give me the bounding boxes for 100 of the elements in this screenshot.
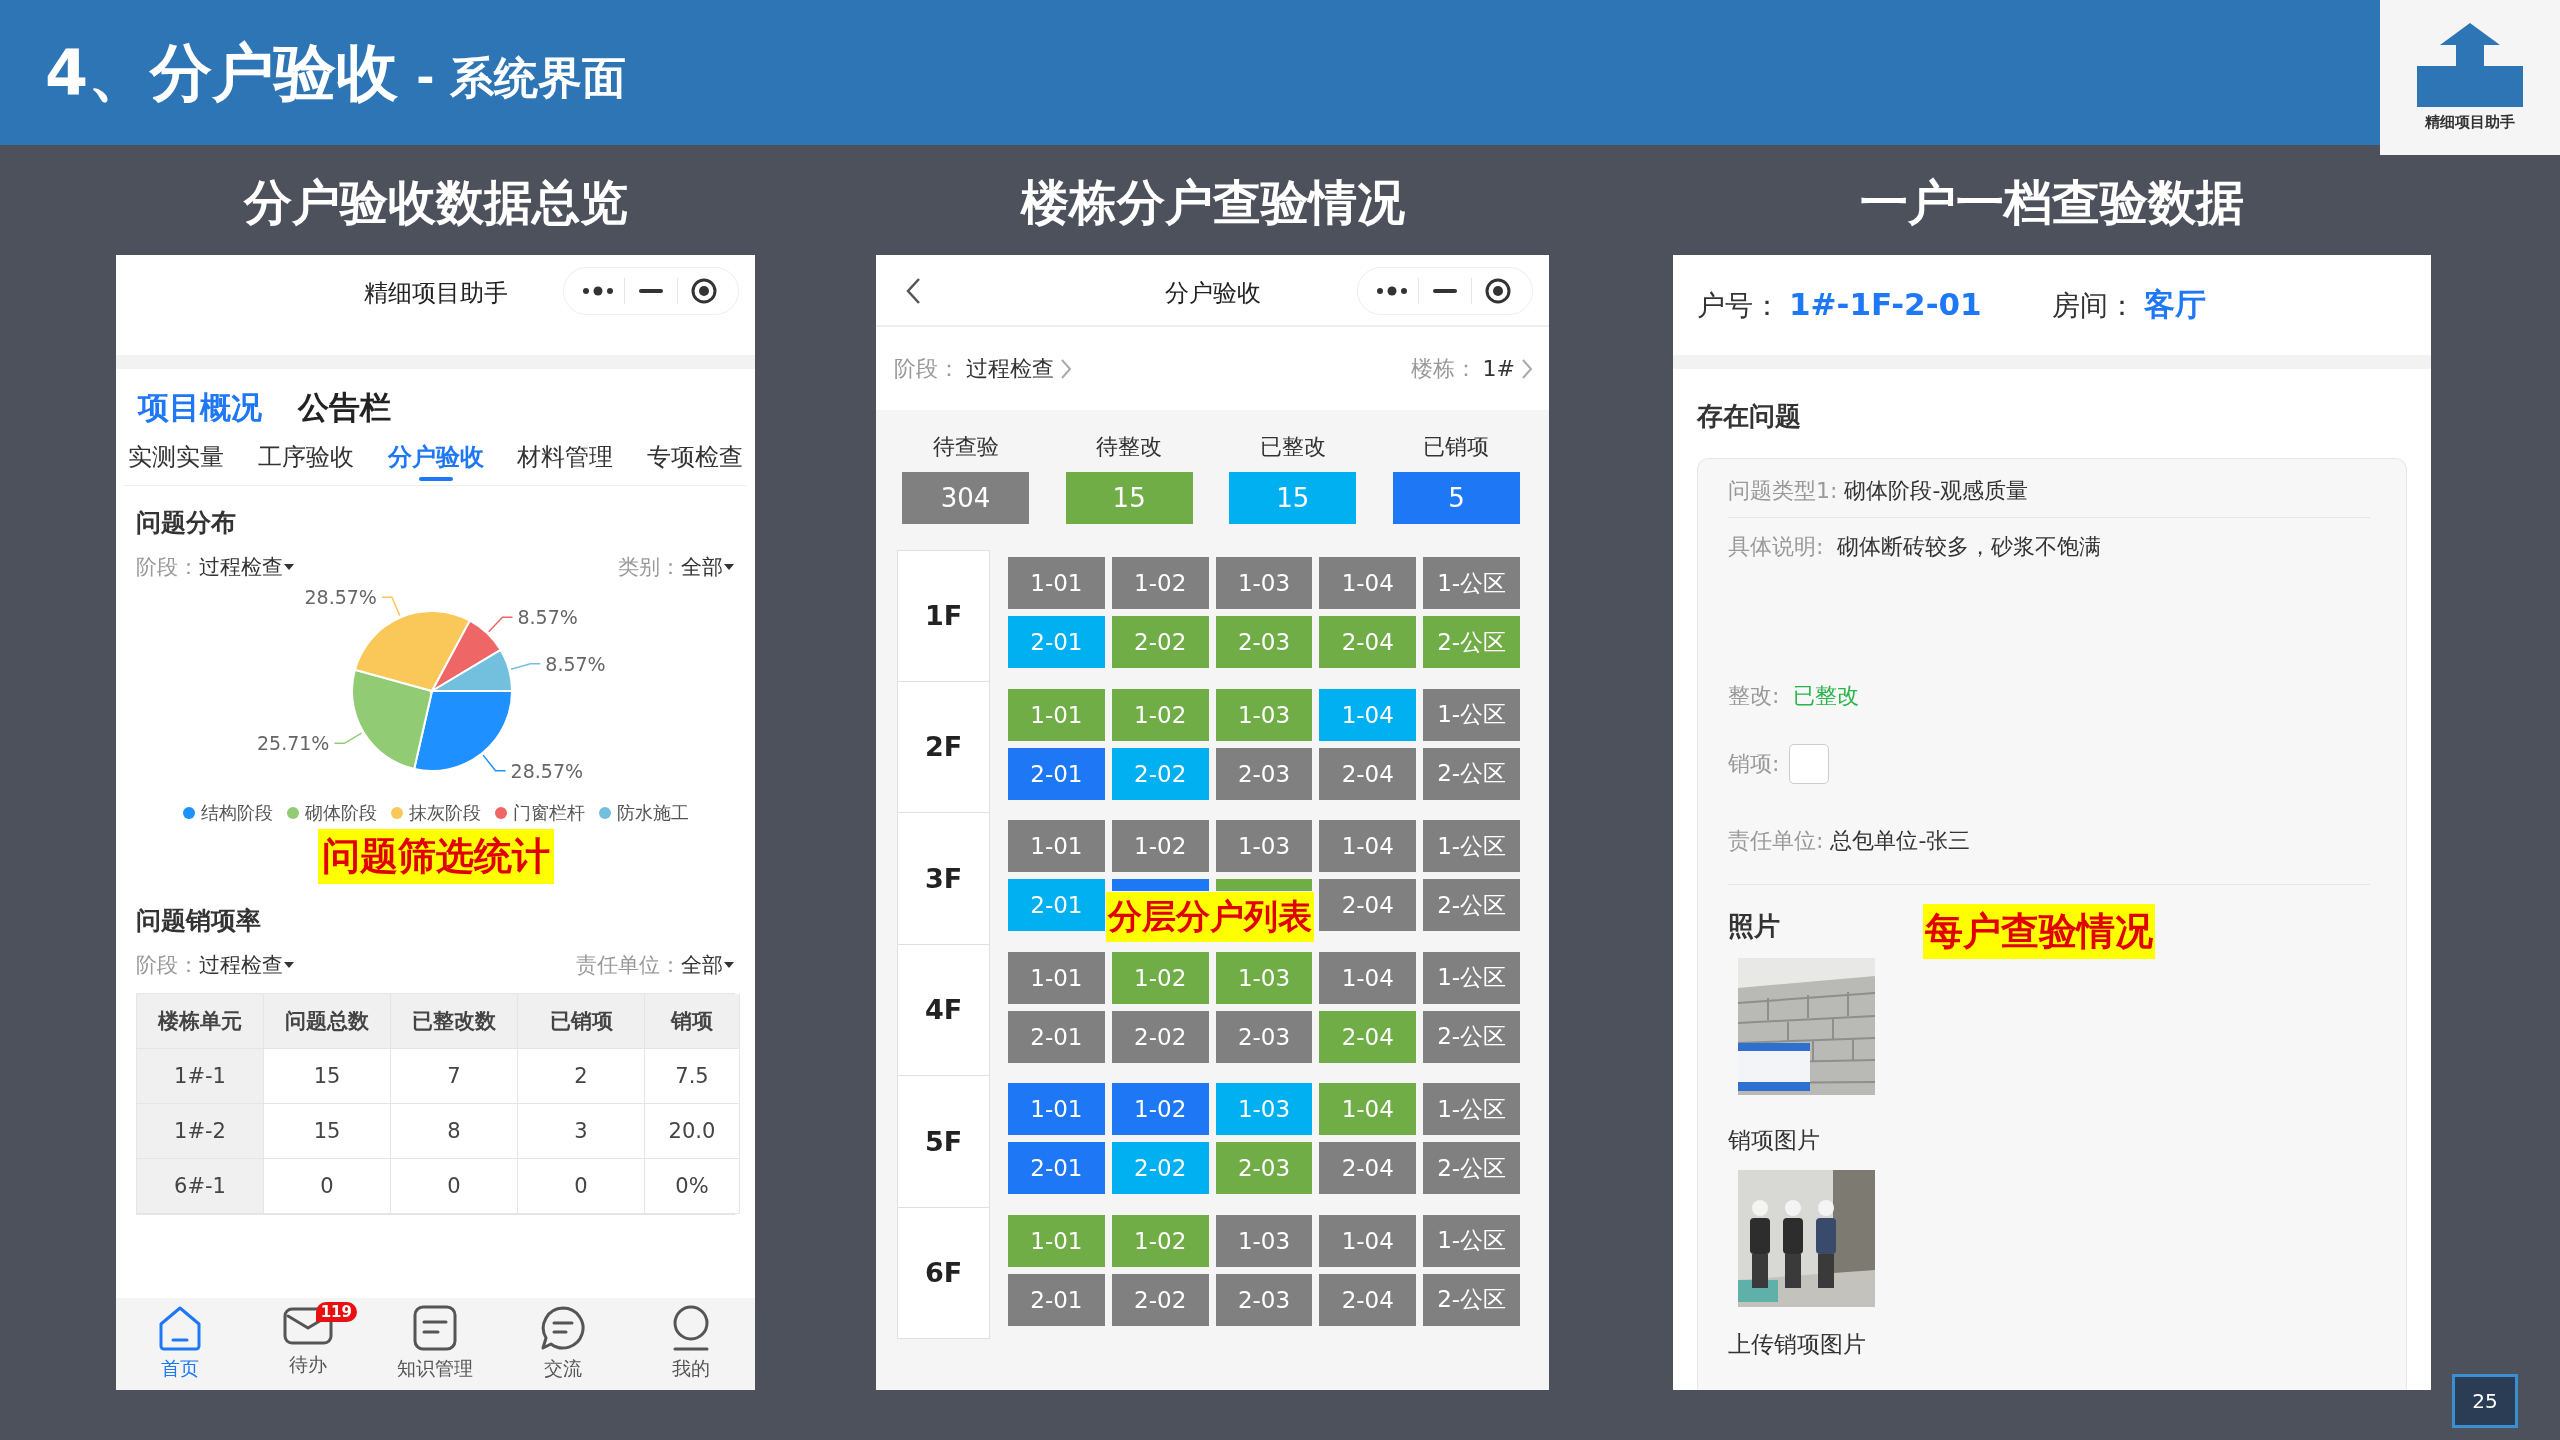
unit-tile[interactable]: 1-03 [1215,557,1313,610]
unit-tile[interactable]: 1-公区 [1423,820,1520,873]
unit-tile[interactable]: 2-01 [1008,616,1105,669]
close-icon [1484,277,1512,305]
unit-tile[interactable]: 1-03 [1215,951,1313,1004]
unit-tile[interactable]: 2-01 [1008,879,1105,932]
unit-tile[interactable]: 1-02 [1111,688,1209,741]
unit-tile[interactable]: 1-03 [1215,1083,1313,1136]
nav-item[interactable]: 交流 [513,1298,614,1390]
table-cell: 3 [518,1104,645,1159]
table-cell: 15 [264,1104,391,1159]
unit-tile[interactable]: 1-01 [1008,1083,1105,1136]
unit-tile[interactable]: 1-公区 [1423,951,1520,1004]
unit-tile[interactable]: 2-01 [1008,747,1105,800]
tab[interactable]: 分户验收 [387,435,484,485]
filter-dropdown[interactable]: 类别：全部 [618,553,735,581]
unit-tile[interactable]: 1-02 [1111,951,1209,1004]
unit-tile[interactable]: 1-公区 [1423,688,1520,741]
unit-tile[interactable]: 1-公区 [1423,1083,1520,1136]
unit-tile[interactable]: 1-公区 [1423,557,1520,610]
legend-item: 防水施工 [598,801,689,825]
tab[interactable]: 专项检查 [647,435,743,485]
unit-tile[interactable]: 2-02 [1111,1010,1209,1063]
unit-tile[interactable]: 2-公区 [1423,1010,1520,1063]
unit-tile[interactable]: 2-01 [1008,1273,1105,1326]
unit-tile[interactable]: 2-公区 [1423,1273,1520,1326]
data-label: 28.57% [304,586,377,609]
filter-dropdown[interactable]: 阶段：过程检查 [136,951,295,979]
unit-tile[interactable]: 1-02 [1111,557,1209,610]
unit-tile[interactable]: 2-02 [1111,1142,1209,1195]
close-icon [690,277,718,305]
caret-icon [283,960,295,970]
subsection-title: 照片 [1728,910,1780,943]
unit-tile[interactable]: 1-04 [1319,557,1417,610]
unit-tile[interactable]: 2-02 [1111,616,1209,669]
stat-value: 304 [902,472,1029,524]
table-header: 问题总数 [264,994,391,1049]
nav-item[interactable]: 我的 [641,1298,742,1390]
unit-tile[interactable]: 1-04 [1319,820,1417,873]
unit-tile[interactable]: 1-03 [1215,688,1313,741]
unit-tile[interactable]: 2-公区 [1423,616,1520,669]
unit-tile[interactable]: 1-02 [1111,820,1209,873]
unit-tile[interactable]: 2-03 [1215,747,1313,800]
unit-tile[interactable]: 2-04 [1319,1010,1417,1063]
unit-tile[interactable] [1215,879,1313,892]
unit-tile[interactable]: 1-04 [1319,688,1417,741]
floor-label: 6F [897,1207,990,1339]
closure-label: 销项: [1728,750,1780,778]
filter-selector[interactable]: 阶段： 过程检查 [894,353,1072,384]
unit-tile[interactable]: 2-01 [1008,1010,1105,1063]
unit-tile[interactable]: 1-公区 [1423,1214,1520,1267]
unit-tile[interactable]: 2-公区 [1423,1142,1520,1195]
tab[interactable]: 实测实量 [128,435,224,485]
nav-item[interactable]: 首页 [129,1298,230,1390]
unit-tile[interactable]: 1-02 [1111,1214,1209,1267]
unit-tile[interactable]: 1-01 [1008,1214,1105,1267]
checkbox[interactable] [1789,744,1830,784]
unit-tile[interactable]: 2-公区 [1423,879,1520,932]
floor-label: 2F [897,681,990,813]
unit-tile[interactable]: 1-04 [1319,1214,1417,1267]
unit-tile[interactable]: 1-01 [1008,688,1105,741]
unit-tile[interactable]: 2-02 [1111,1273,1209,1326]
unit-tile[interactable]: 2-01 [1008,1142,1105,1195]
slide-subtitle: - 系统界面 [416,51,626,105]
unit-tile[interactable]: 1-02 [1111,1083,1209,1136]
tab[interactable]: 工序验收 [257,435,354,485]
tab[interactable]: 公告栏 [298,387,391,429]
nav-item[interactable]: 知识管理 [385,1298,486,1390]
unit-tile[interactable]: 1-01 [1008,557,1105,610]
unit-tile[interactable]: 2-04 [1319,747,1417,800]
floor-label: 3F [897,813,990,945]
unit-tile[interactable]: 2-03 [1215,616,1313,669]
unit-tile[interactable] [1111,879,1209,892]
unit-tile[interactable]: 2-04 [1319,1142,1417,1195]
filter-selector[interactable]: 楼栋： 1# [1410,353,1533,384]
unit-tile[interactable]: 2-03 [1215,1142,1313,1195]
unit-tile[interactable]: 1-01 [1008,820,1105,873]
nav-item[interactable]: 待办 119 [257,1298,358,1390]
subsection-title: 上传销项图片 [1728,1330,1866,1359]
subsection-title: 销项图片 [1728,1126,1820,1155]
unit-tile[interactable]: 1-03 [1215,820,1313,873]
unit-tile[interactable]: 2-03 [1215,1010,1313,1063]
tab[interactable]: 材料管理 [517,435,614,485]
annotation-label: 分层分户列表 [1106,892,1314,942]
unit-tile[interactable]: 1-01 [1008,951,1105,1004]
unit-tile[interactable]: 2-02 [1111,747,1209,800]
minimize-icon [1433,289,1457,293]
unit-tile[interactable]: 2-公区 [1423,747,1520,800]
unit-tile[interactable]: 2-04 [1319,879,1417,932]
table-cell: 15 [264,1049,391,1104]
filter-dropdown[interactable]: 阶段：过程检查 [136,553,295,581]
unit-tile[interactable]: 1-04 [1319,951,1417,1004]
filter-dropdown[interactable]: 责任单位：全部 [576,951,735,979]
unit-tile[interactable]: 2-03 [1215,1273,1313,1326]
tab[interactable]: 项目概况 [138,387,262,429]
unit-tile[interactable]: 1-03 [1215,1214,1313,1267]
table-header: 已整改数 [391,994,518,1049]
unit-tile[interactable]: 2-04 [1319,616,1417,669]
unit-tile[interactable]: 1-04 [1319,1083,1417,1136]
unit-tile[interactable]: 2-04 [1319,1273,1417,1326]
